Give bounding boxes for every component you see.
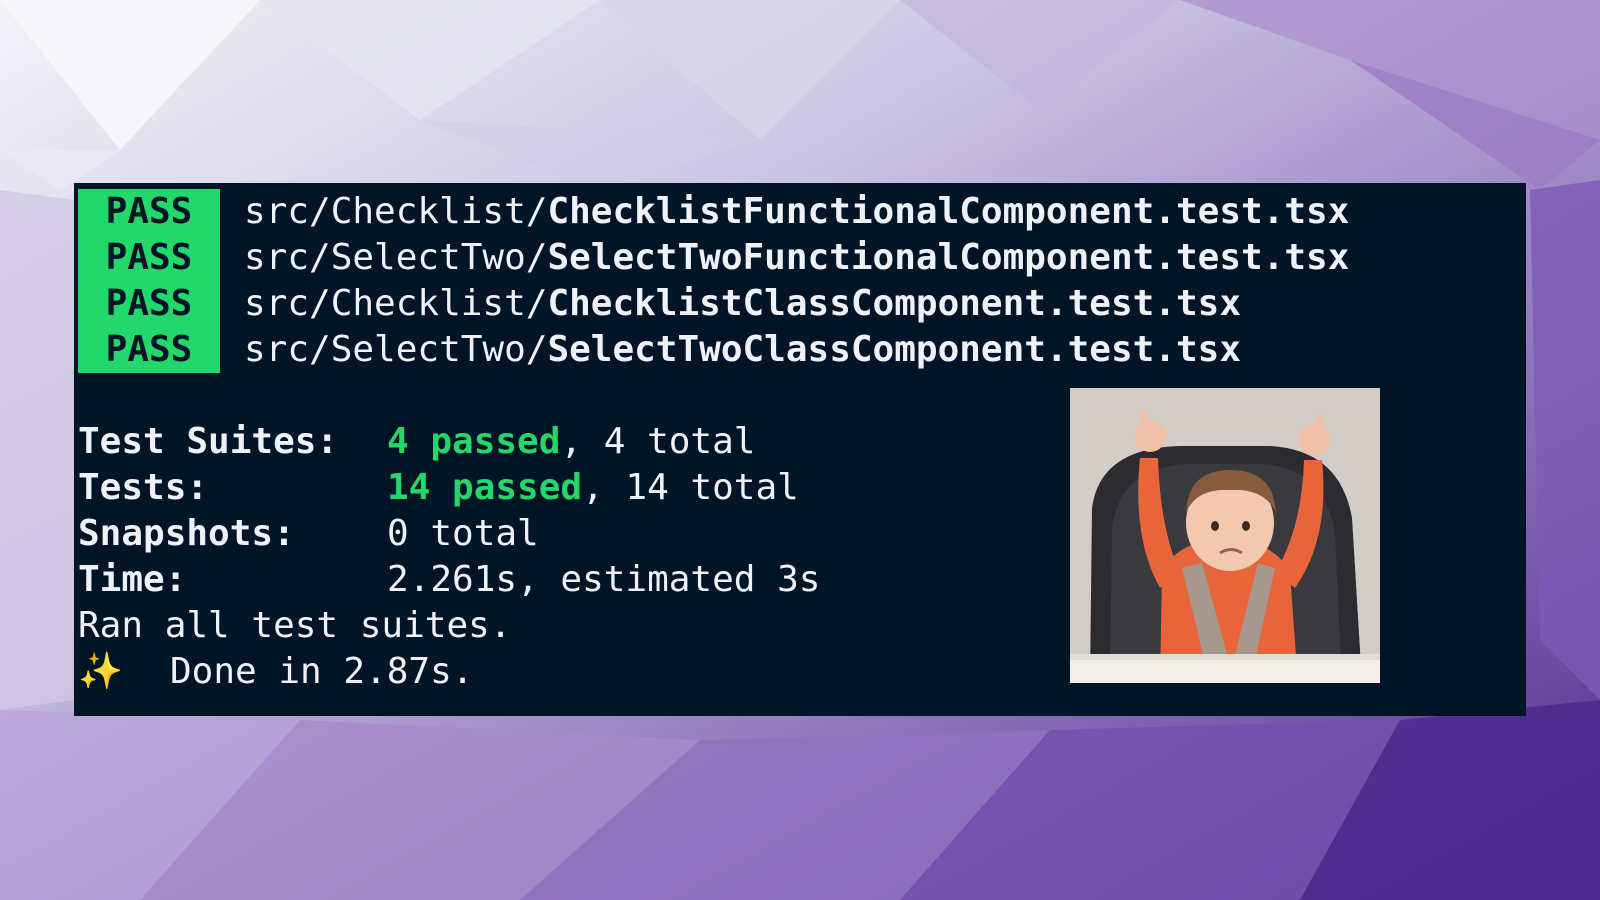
snapshots-label: Snapshots: — [78, 513, 295, 554]
test-file-path: src/SelectTwo/SelectTwoClassComponent.te… — [244, 327, 1241, 373]
test-file-path: src/Checklist/ChecklistClassComponent.te… — [244, 281, 1241, 327]
suites-passed: 4 passed — [387, 421, 561, 462]
test-file: ChecklistClassComponent.test.tsx — [547, 283, 1241, 324]
test-result-row: PASS src/Checklist/ChecklistClassCompone… — [78, 281, 1518, 327]
suites-label: Test Suites: — [78, 421, 339, 462]
terminal-window: PASS src/Checklist/ChecklistFunctionalCo… — [74, 183, 1526, 716]
test-file-path: src/SelectTwo/SelectTwoFunctionalCompone… — [244, 235, 1349, 281]
snapshots-value: 0 total — [387, 513, 539, 554]
celebrating-baby-image — [1070, 388, 1380, 683]
suites-total: , 4 total — [560, 421, 756, 462]
tests-total: , 14 total — [582, 467, 799, 508]
test-file: SelectTwoClassComponent.test.tsx — [547, 329, 1241, 370]
test-file: ChecklistFunctionalComponent.test.tsx — [547, 191, 1350, 232]
pass-badge: PASS — [78, 281, 220, 327]
summary-snapshots-line: Snapshots: 0 total — [78, 511, 820, 557]
summary-time-line: Time: 2.261s, estimated 3s — [78, 557, 820, 603]
test-dir: src/SelectTwo/ — [244, 329, 548, 370]
pass-badge: PASS — [78, 189, 220, 235]
pass-badge: PASS — [78, 327, 220, 373]
summary-suites-line: Test Suites: 4 passed, 4 total — [78, 419, 820, 465]
test-file: SelectTwoFunctionalComponent.test.tsx — [547, 237, 1350, 278]
sparkles-icon: ✨ — [78, 651, 123, 692]
test-dir: src/Checklist/ — [244, 191, 548, 232]
test-dir: src/Checklist/ — [244, 283, 548, 324]
test-summary: Test Suites: 4 passed, 4 total Tests: 14 p… — [78, 419, 820, 695]
time-value: 2.261s, estimated 3s — [387, 559, 821, 600]
done-text: Done in 2.87s. — [170, 651, 474, 692]
summary-tests-line: Tests: 14 passed, 14 total — [78, 465, 820, 511]
test-result-row: PASS src/SelectTwo/SelectTwoClassCompone… — [78, 327, 1518, 373]
done-line: ✨ Done in 2.87s. — [78, 649, 820, 695]
pass-badge: PASS — [78, 235, 220, 281]
ran-all-line: Ran all test suites. — [78, 605, 512, 646]
tests-label: Tests: — [78, 467, 209, 508]
test-result-row: PASS src/SelectTwo/SelectTwoFunctionalCo… — [78, 235, 1518, 281]
test-file-path: src/Checklist/ChecklistFunctionalCompone… — [244, 189, 1349, 235]
test-dir: src/SelectTwo/ — [244, 237, 548, 278]
time-label: Time: — [78, 559, 187, 600]
test-result-row: PASS src/Checklist/ChecklistFunctionalCo… — [78, 189, 1518, 235]
tests-passed: 14 passed — [387, 467, 583, 508]
